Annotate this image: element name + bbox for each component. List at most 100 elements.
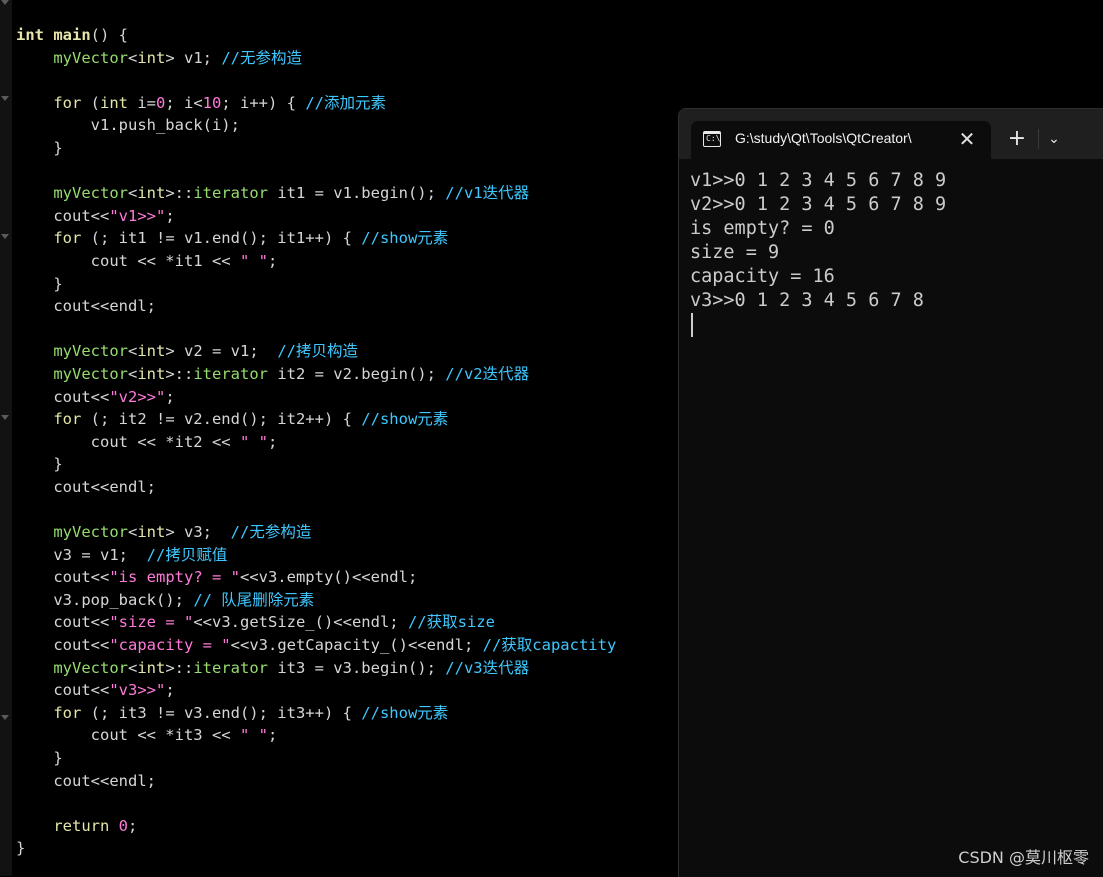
code-token: > v2 = v1;: [165, 342, 278, 361]
code-token: }: [16, 138, 63, 157]
terminal-output[interactable]: v1>>0 1 2 3 4 5 6 7 8 9 v2>>0 1 2 3 4 5 6…: [690, 169, 946, 337]
code-token: "v3>>": [109, 681, 166, 700]
code-token: return: [53, 816, 110, 835]
code-token: //无参构造: [221, 48, 302, 67]
code-token: //v3迭代器: [445, 658, 530, 677]
code-token: cout<<endl;: [16, 297, 156, 316]
code-token: int: [137, 658, 166, 677]
code-token: "v1>>": [109, 206, 166, 225]
code-line: myVector<int> v1; //无参构造: [16, 47, 616, 70]
code-token: cout << *it2 <<: [16, 432, 240, 451]
code-line: myVector<int>::iterator it1 = v1.begin()…: [16, 182, 616, 205]
code-token: int: [137, 48, 166, 67]
code-token: <: [127, 658, 138, 677]
code-token: > v3;: [165, 523, 231, 542]
fold-marker-icon[interactable]: [1, 0, 9, 5]
terminal-tab-bar: C:\ G:\study\Qt\Tools\QtCreator\ ✕ + ⌄: [679, 109, 1103, 159]
code-token: it2 = v2.begin();: [267, 364, 446, 383]
code-token: //v1迭代器: [445, 184, 530, 203]
code-token: >::: [165, 364, 194, 383]
code-token: cout<<: [16, 681, 110, 700]
code-token: " ": [239, 251, 268, 270]
code-line: cout << *it1 << " ";: [16, 250, 616, 273]
code-token: myVector: [53, 184, 128, 203]
code-line: myVector<int> v3; //无参构造: [16, 521, 616, 544]
terminal-output-line: v2>>0 1 2 3 4 5 6 7 8 9: [690, 194, 947, 215]
code-token: main: [53, 26, 91, 44]
code-token: //show元素: [361, 410, 449, 429]
code-token: int: [137, 523, 166, 542]
code-token: ;: [267, 726, 278, 745]
code-token: "capacity = ": [109, 636, 231, 655]
terminal-window[interactable]: C:\ G:\study\Qt\Tools\QtCreator\ ✕ + ⌄ v…: [678, 108, 1103, 877]
code-token: " ": [239, 726, 268, 745]
code-token: ;: [128, 816, 138, 835]
code-token: //添加元素: [305, 93, 387, 112]
code-line: cout << *it3 << " ";: [16, 724, 616, 747]
code-token: int: [100, 93, 128, 112]
code-editor[interactable]: int main() { myVector<int> v1; //无参构造 fo…: [0, 0, 678, 876]
tab-title: G:\study\Qt\Tools\QtCreator\: [735, 130, 912, 146]
close-icon[interactable]: ✕: [955, 127, 979, 151]
new-tab-button[interactable]: +: [1005, 127, 1029, 151]
code-token: (; it1 != v1.end(); it1++) {: [81, 229, 362, 248]
code-token: v3 = v1;: [16, 545, 147, 564]
code-token: int: [137, 342, 166, 361]
code-token: int: [137, 184, 166, 203]
code-line: myVector<int> v2 = v1; //拷贝构造: [16, 340, 616, 363]
code-line: myVector<int>::iterator it2 = v2.begin()…: [16, 363, 616, 386]
terminal-output-line: is empty? = 0: [690, 218, 835, 239]
code-token: //获取size: [407, 613, 495, 632]
terminal-tab[interactable]: C:\ G:\study\Qt\Tools\QtCreator\ ✕: [691, 121, 991, 159]
code-line: myVector<int>::iterator it3 = v3.begin()…: [16, 657, 616, 680]
code-token: ;: [267, 432, 278, 451]
code-token: cout<<endl;: [16, 771, 156, 790]
fold-marker-icon[interactable]: [1, 415, 9, 420]
code-token: "is empty? = ": [109, 568, 240, 587]
code-line: }: [16, 453, 616, 476]
code-token: <<v3.getCapacity_()<<endl;: [230, 636, 483, 655]
code-token: ;: [267, 251, 278, 270]
code-token: cout<<: [16, 568, 110, 587]
code-token: <: [127, 523, 138, 542]
watermark: CSDN @莫川枢零: [958, 848, 1089, 867]
code-token: for: [53, 229, 82, 248]
terminal-icon: C:\: [703, 131, 721, 147]
fold-marker-icon[interactable]: [1, 715, 9, 720]
code-line: for (; it2 != v2.end(); it2++) { //show元…: [16, 408, 616, 431]
code-token: <: [127, 364, 138, 383]
code-line: for (; it3 != v3.end(); it3++) { //show元…: [16, 702, 616, 725]
chevron-down-icon[interactable]: ⌄: [1042, 127, 1066, 151]
code-token: for: [53, 703, 82, 722]
code-token: ;: [165, 681, 175, 700]
code-line: v3 = v1; //拷贝赋值: [16, 544, 616, 567]
code-token: 0: [118, 816, 129, 835]
terminal-output-line: v1>>0 1 2 3 4 5 6 7 8 9: [690, 170, 947, 191]
terminal-output-line: capacity = 16: [690, 266, 835, 287]
fold-marker-icon[interactable]: [1, 234, 9, 239]
code-token: //拷贝构造: [277, 342, 358, 361]
code-line: cout<<"v1>>";: [16, 205, 616, 228]
code-token: <<v3.empty()<<endl;: [239, 568, 418, 587]
fold-marker-icon[interactable]: [1, 96, 9, 101]
code-token: <: [127, 184, 138, 203]
code-token: i=: [128, 93, 156, 112]
code-line: cout<<"v3>>";: [16, 679, 616, 702]
code-token: iterator: [193, 658, 268, 677]
code-token: myVector: [53, 523, 128, 542]
code-token: v1.push_back(i);: [16, 116, 240, 135]
code-token: int: [16, 26, 44, 44]
code-token: for: [53, 410, 82, 429]
code-token: //show元素: [361, 229, 449, 248]
code-token: >::: [165, 184, 194, 203]
code-token: cout<<: [16, 206, 110, 225]
